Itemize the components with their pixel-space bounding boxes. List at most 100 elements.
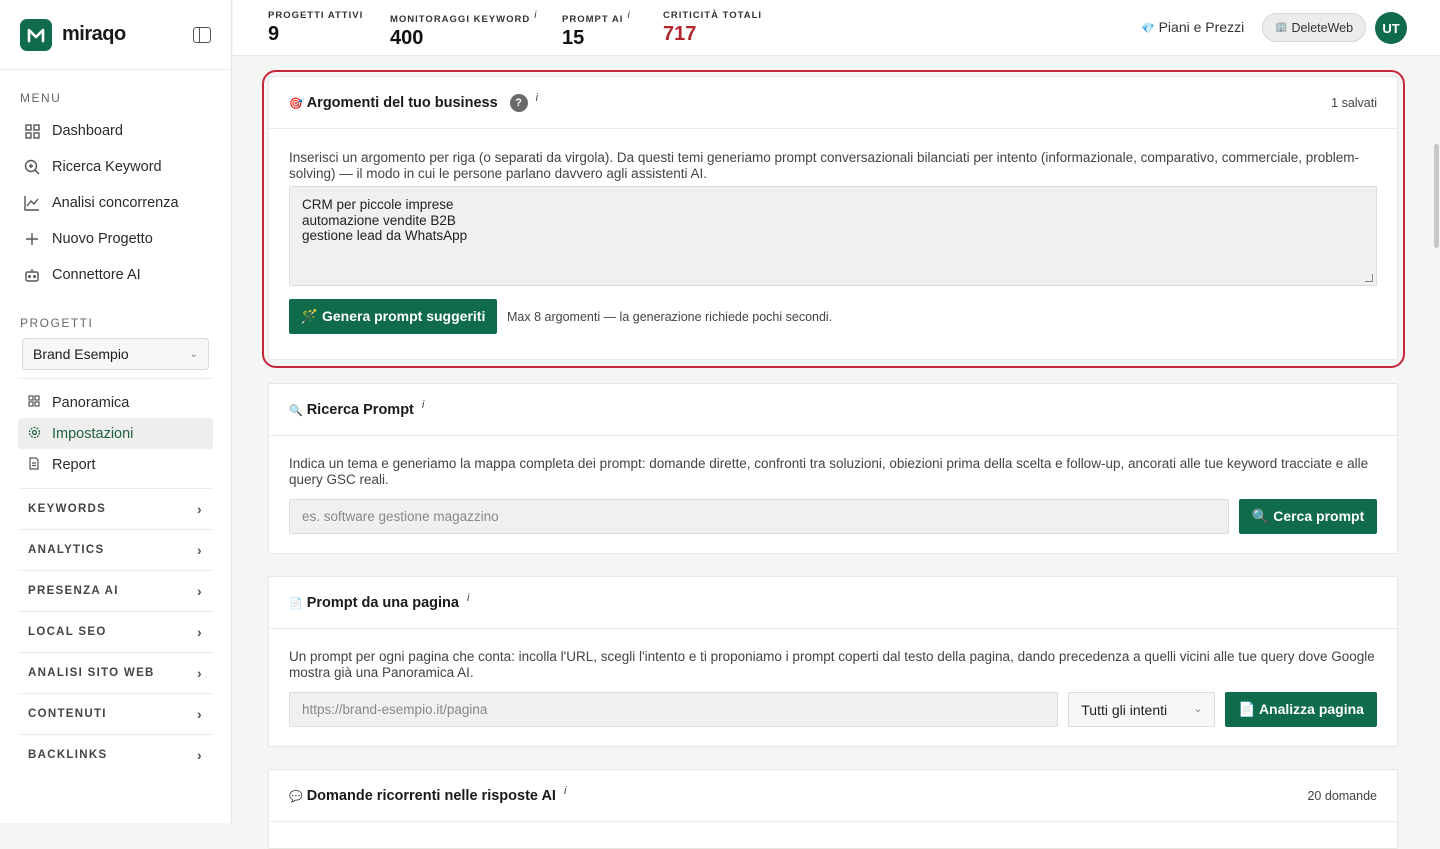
intent-select[interactable]: Tutti gli intenti ⌄	[1068, 692, 1216, 727]
page-icon: 📄	[289, 597, 303, 610]
questions-count: 20 domande	[1307, 788, 1377, 803]
card-domande-ricorrenti: 💬 Domande ricorrenti nelle risposte AI i …	[268, 769, 1398, 849]
scrollbar-thumb[interactable]	[1434, 144, 1439, 248]
stat-value: 9	[268, 23, 280, 45]
group-label: LOCAL SEO	[28, 626, 107, 638]
stat-label: PROGETTI ATTIVI	[268, 10, 364, 21]
target-icon: 🎯	[289, 97, 303, 110]
info-icon[interactable]: i	[536, 92, 538, 104]
chevron-right-icon: ›	[197, 583, 203, 599]
chevron-right-icon: ›	[197, 624, 203, 640]
topic-search-input[interactable]: es. software gestione magazzino	[289, 499, 1230, 534]
group-label: CONTENUTI	[28, 708, 107, 720]
document-icon	[28, 456, 42, 473]
cerca-prompt-button[interactable]: 🔍 Cerca prompt	[1239, 499, 1377, 534]
card-title: Argomenti del tuo business	[306, 94, 498, 111]
nav-label: Ricerca Keyword	[52, 159, 162, 175]
analizza-pagina-button[interactable]: 📄 Analizza pagina	[1225, 692, 1377, 727]
info-icon[interactable]: i	[564, 785, 566, 797]
intent-select-value: Tutti gli intenti	[1081, 701, 1168, 718]
group-backlinks[interactable]: BACKLINKS ›	[18, 734, 213, 775]
saved-count: 1 salvati	[1331, 95, 1377, 110]
card-header: 🔍 Ricerca Prompt i	[269, 384, 1397, 436]
brand-header: miraqo	[0, 0, 231, 70]
nav-label: Connettore AI	[52, 267, 141, 283]
avatar[interactable]: UT	[1375, 12, 1407, 44]
chevron-right-icon: ›	[197, 706, 203, 722]
group-contenuti[interactable]: CONTENUTI ›	[18, 693, 213, 734]
info-icon[interactable]: i	[534, 10, 537, 21]
plans-link[interactable]: 💎 Piani e Prezzi	[1141, 19, 1244, 35]
nav-label: Impostazioni	[52, 425, 134, 442]
nav-dashboard[interactable]: Dashboard	[0, 113, 231, 149]
chevron-right-icon: ›	[197, 665, 203, 681]
card-header: 📄 Prompt da una pagina i	[269, 577, 1397, 629]
stat-value: 400	[390, 27, 424, 50]
nav-label: Report	[52, 456, 96, 473]
nav-report[interactable]: Report	[18, 449, 213, 480]
card-argomenti-business: 🎯 Argomenti del tuo business ? i 1 salvat…	[268, 76, 1398, 360]
stat-value: 15	[562, 27, 585, 50]
building-icon: 🏢	[1275, 22, 1288, 33]
stat-label: MONITORAGGI KEYWORD	[390, 14, 531, 26]
card-header: 🎯 Argomenti del tuo business ? i 1 salvat…	[269, 77, 1397, 129]
group-analytics[interactable]: ANALYTICS ›	[18, 529, 213, 570]
group-presenza-ai[interactable]: PRESENZA AI ›	[18, 570, 213, 611]
projects-section-title: PROGETTI	[20, 316, 94, 330]
sidebar: miraqo MENU Dashboard Ricerca Keyword An…	[0, 0, 232, 823]
menu-section-title: MENU	[20, 91, 62, 105]
nav-analisi-concorrenza[interactable]: Analisi concorrenza	[0, 185, 231, 221]
nav-nuovo-progetto[interactable]: Nuovo Progetto	[0, 221, 231, 257]
stat-monitoraggi-keyword: MONITORAGGI KEYWORD i 400	[390, 10, 537, 50]
plans-label: Piani e Prezzi	[1158, 19, 1245, 35]
nav-impostazioni[interactable]: Impostazioni	[18, 418, 213, 449]
textarea-value: CRM per piccole imprese automazione vend…	[302, 197, 468, 243]
nav-panoramica[interactable]: Panoramica	[18, 387, 213, 418]
card-title: Ricerca Prompt	[306, 401, 414, 418]
grid-icon	[28, 395, 42, 410]
resize-grip-icon[interactable]	[1365, 274, 1373, 282]
nav-connettore-ai[interactable]: Connettore AI	[0, 257, 231, 293]
top-bar: PROGETTI ATTIVI 9 MONITORAGGI KEYWORD i 4…	[233, 0, 1440, 56]
group-keywords[interactable]: KEYWORDS ›	[18, 488, 213, 529]
nav-ricerca-keyword[interactable]: Ricerca Keyword	[0, 149, 231, 185]
topics-textarea[interactable]: CRM per piccole imprese automazione vend…	[289, 186, 1377, 286]
search-icon	[24, 159, 40, 175]
nav-label: Nuovo Progetto	[52, 231, 153, 247]
card-header: 💬 Domande ricorrenti nelle risposte AI i …	[269, 770, 1397, 822]
group-local-seo[interactable]: LOCAL SEO ›	[18, 611, 213, 652]
magnifier-icon: 🔍	[289, 404, 303, 417]
workspace-button[interactable]: 🏢 DeleteWeb	[1262, 13, 1367, 42]
group-label: KEYWORDS	[28, 503, 107, 515]
scrollbar[interactable]	[1432, 56, 1440, 823]
sidebar-toggle-icon[interactable]	[193, 26, 211, 43]
gem-icon: 💎	[1141, 23, 1155, 35]
project-select[interactable]: Brand Esempio ⌄	[22, 338, 209, 370]
plus-icon	[24, 231, 40, 247]
group-label: ANALYTICS	[28, 544, 105, 556]
info-icon[interactable]: i	[467, 592, 469, 604]
chevron-down-icon: ⌄	[1193, 704, 1203, 715]
stat-criticita-totali: CRITICITÀ TOTALI 717	[663, 10, 762, 46]
workspace-label: DeleteWeb	[1291, 20, 1354, 35]
stat-label: PROMPT AI	[562, 14, 624, 26]
card-prompt-da-pagina: 📄 Prompt da una pagina i Un prompt per og…	[268, 576, 1398, 747]
chevron-right-icon: ›	[197, 747, 203, 763]
page-url-input[interactable]: https://brand-esempio.it/pagina	[289, 692, 1059, 727]
chevron-down-icon: ⌄	[189, 348, 198, 360]
card-ricerca-prompt: 🔍 Ricerca Prompt i Indica un tema e gener…	[268, 383, 1398, 554]
info-icon[interactable]: i	[422, 399, 424, 411]
card-description: Un prompt per ogni pagina che conta: inc…	[289, 649, 1375, 680]
help-icon[interactable]: ?	[509, 93, 528, 112]
info-icon[interactable]: i	[627, 10, 630, 21]
group-analisi-sito-web[interactable]: ANALISI SITO WEB ›	[18, 652, 213, 693]
miraqo-logo-icon[interactable]	[20, 18, 52, 51]
generation-note: Max 8 argomenti — la generazione richied…	[507, 309, 833, 324]
card-title: Domande ricorrenti nelle risposte AI	[306, 787, 556, 804]
genera-prompt-button[interactable]: 🪄 Genera prompt suggeriti	[289, 299, 497, 334]
nav-label: Dashboard	[52, 123, 123, 139]
card-description: Indica un tema e generiamo la mappa comp…	[289, 456, 1369, 487]
app-name: miraqo	[62, 23, 126, 45]
chevron-right-icon: ›	[197, 542, 203, 558]
speech-bubble-icon: 💬	[289, 790, 303, 803]
